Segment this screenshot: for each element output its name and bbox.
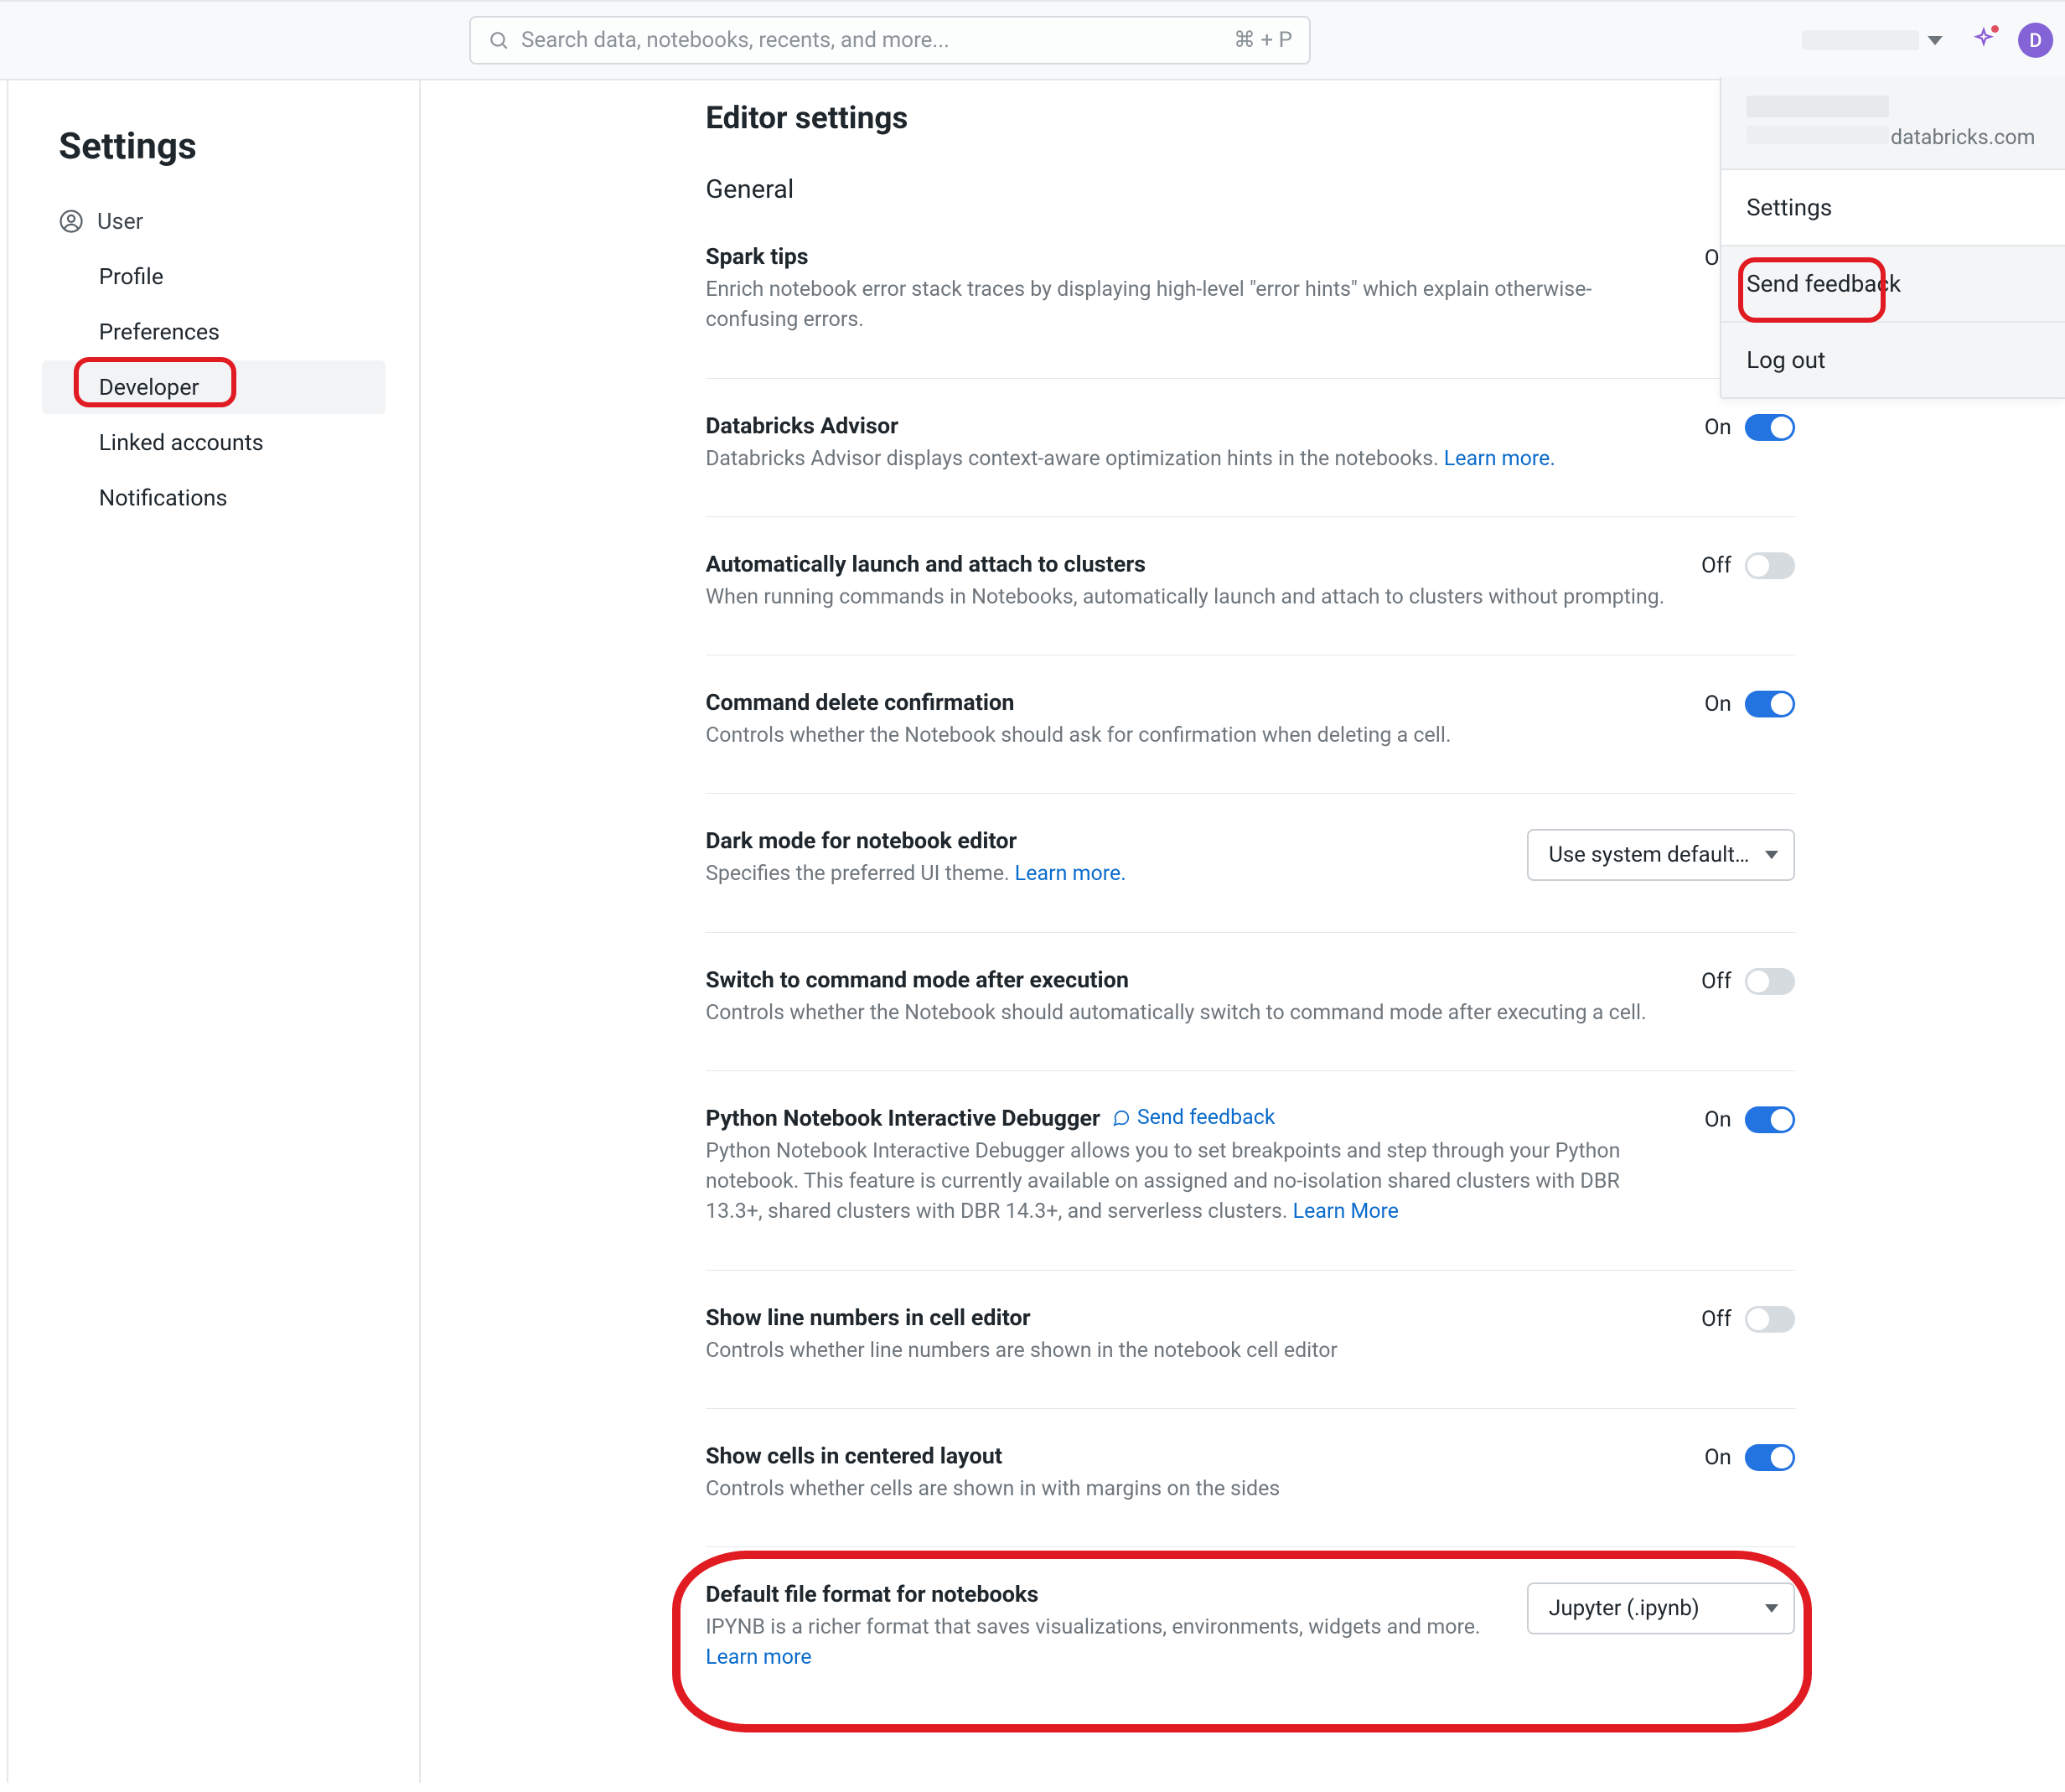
sidebar-title: Settings — [8, 109, 419, 194]
search-placeholder: Search data, notebooks, recents, and mor… — [521, 28, 1234, 53]
toggle-state-label: Off — [1701, 969, 1731, 994]
select-dark_mode[interactable]: Use system default… — [1527, 829, 1795, 881]
user-menu-item-settings[interactable]: Settings — [1721, 170, 2065, 246]
workspace-switcher[interactable] — [1793, 25, 1951, 55]
notification-dot-icon — [1991, 25, 1999, 33]
toggle-state-label: On — [1705, 1445, 1731, 1470]
setting-description: IPYNB is a richer format that saves visu… — [706, 1613, 1502, 1674]
setting-debugger: Python Notebook Interactive DebuggerSend… — [706, 1105, 1795, 1271]
global-search[interactable]: Search data, notebooks, recents, and mor… — [469, 16, 1311, 65]
toggle-state-label: On — [1705, 1107, 1731, 1132]
user-menu-header: databricks.com — [1721, 77, 2065, 170]
learn-more-link[interactable]: Learn more — [706, 1645, 811, 1670]
sidebar-item-notifications[interactable]: Notifications — [42, 471, 386, 525]
chevron-down-icon — [1928, 36, 1943, 45]
learn-more-link[interactable]: Learn more. — [1444, 447, 1555, 471]
chevron-down-icon — [1765, 1604, 1778, 1613]
sidebar-item-linked-accounts[interactable]: Linked accounts — [42, 416, 386, 469]
user-menu: databricks.com SettingsSend feedbackLog … — [1720, 77, 2065, 399]
setting-command_mode: Switch to command mode after execution Co… — [706, 966, 1795, 1071]
toggle-state-label: On — [1705, 691, 1731, 717]
user-email-domain: databricks.com — [1891, 126, 2036, 150]
search-shortcut: ⌘ + P — [1234, 28, 1292, 53]
setting-auto_launch: Automatically launch and attach to clust… — [706, 551, 1795, 655]
setting-delete_confirm: Command delete confirmation Controls whet… — [706, 689, 1795, 794]
workspace-name-redacted — [1802, 30, 1919, 50]
setting-dark_mode: Dark mode for notebook editor Specifies t… — [706, 827, 1795, 932]
sidebar-item-developer[interactable]: Developer — [42, 360, 386, 414]
setting-description: Controls whether line numbers are shown … — [706, 1336, 1676, 1366]
select-file_format[interactable]: Jupyter (.ipynb) — [1527, 1582, 1795, 1634]
sidebar-item-profile[interactable]: Profile — [42, 250, 386, 303]
user-icon — [59, 209, 84, 234]
setting-description: Controls whether the Notebook should aut… — [706, 998, 1676, 1028]
sidebar-section-user: User — [8, 194, 419, 248]
setting-title: Switch to command mode after execution — [706, 966, 1676, 993]
setting-title: Default file format for notebooks — [706, 1581, 1502, 1608]
setting-description: Specifies the preferred UI theme. Learn … — [706, 859, 1502, 889]
toggle-command_mode[interactable] — [1745, 968, 1795, 995]
setting-description: When running commands in Notebooks, auto… — [706, 583, 1676, 613]
toggle-state-label: Off — [1701, 553, 1731, 578]
setting-title: Command delete confirmation — [706, 689, 1679, 716]
setting-title: Spark tips — [706, 243, 1679, 270]
setting-description: Controls whether cells are shown in with… — [706, 1474, 1679, 1505]
sidebar-item-preferences[interactable]: Preferences — [42, 305, 386, 359]
user-email-redacted — [1747, 126, 1889, 144]
learn-more-link[interactable]: Learn More — [1293, 1199, 1399, 1224]
setting-title: Dark mode for notebook editor — [706, 827, 1502, 854]
user-name-redacted — [1747, 96, 1889, 117]
page-title: Editor settings — [706, 101, 1795, 137]
user-menu-item-log-out[interactable]: Log out — [1721, 323, 2065, 397]
send-feedback-link[interactable]: Send feedback — [1112, 1106, 1276, 1130]
toggle-debugger[interactable] — [1745, 1106, 1795, 1133]
setting-centered: Show cells in centered layout Controls wh… — [706, 1442, 1795, 1547]
section-title: General — [706, 174, 1795, 205]
search-icon — [488, 29, 510, 51]
setting-file_format: Default file format for notebooks IPYNB i… — [706, 1581, 1795, 1716]
avatar[interactable]: D — [2018, 23, 2053, 58]
setting-title: Python Notebook Interactive DebuggerSend… — [706, 1105, 1679, 1132]
setting-spark_tips: Spark tips Enrich notebook error stack tr… — [706, 243, 1795, 379]
setting-title: Show cells in centered layout — [706, 1442, 1679, 1469]
setting-title: Databricks Advisor — [706, 412, 1679, 439]
toggle-state-label: On — [1705, 415, 1731, 440]
sidebar-section-label: User — [97, 208, 143, 235]
settings-sidebar: Settings User ProfilePreferencesDevelope… — [8, 80, 421, 1783]
setting-title: Show line numbers in cell editor — [706, 1304, 1676, 1331]
chevron-down-icon — [1765, 851, 1778, 859]
setting-description: Enrich notebook error stack traces by di… — [706, 275, 1679, 336]
setting-description: Controls whether the Notebook should ask… — [706, 721, 1679, 751]
toggle-advisor[interactable] — [1745, 414, 1795, 441]
learn-more-link[interactable]: Learn more. — [1015, 862, 1126, 886]
top-bar: Search data, notebooks, recents, and mor… — [0, 0, 2065, 80]
toggle-centered[interactable] — [1745, 1444, 1795, 1471]
setting-advisor: Databricks Advisor Databricks Advisor dis… — [706, 412, 1795, 517]
toggle-delete_confirm[interactable] — [1745, 691, 1795, 717]
toggle-state-label: Off — [1701, 1307, 1731, 1332]
setting-line_numbers: Show line numbers in cell editor Controls… — [706, 1304, 1795, 1409]
setting-title: Automatically launch and attach to clust… — [706, 551, 1676, 577]
setting-description: Python Notebook Interactive Debugger all… — [706, 1137, 1679, 1228]
setting-description: Databricks Advisor displays context-awar… — [706, 444, 1679, 474]
toggle-line_numbers[interactable] — [1745, 1306, 1795, 1333]
toggle-auto_launch[interactable] — [1745, 552, 1795, 579]
user-menu-item-send-feedback[interactable]: Send feedback — [1721, 246, 2065, 323]
assistant-icon[interactable] — [1969, 26, 1998, 54]
